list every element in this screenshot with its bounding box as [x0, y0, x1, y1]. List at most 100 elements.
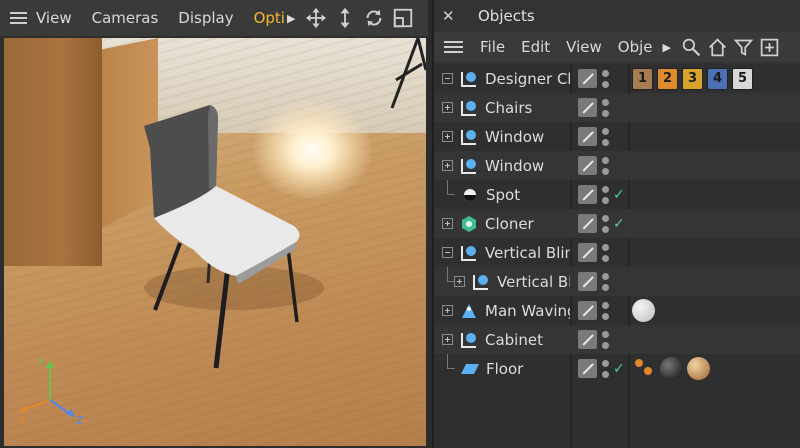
object-row[interactable]: Window: [434, 151, 800, 180]
visibility-dots-icon[interactable]: [602, 214, 610, 233]
visibility-dots-icon[interactable]: [602, 185, 610, 204]
viewport-hamburger-icon[interactable]: [0, 0, 27, 36]
zoom-view-icon[interactable]: [332, 5, 358, 31]
new-window-icon[interactable]: [757, 34, 783, 60]
menu-view[interactable]: View: [558, 38, 610, 56]
menu-display[interactable]: Display: [168, 9, 243, 27]
layer-toggle-icon[interactable]: [578, 185, 597, 204]
object-row[interactable]: Spot ✓: [434, 180, 800, 209]
menu-edit[interactable]: Edit: [513, 38, 558, 56]
material-tag-icon[interactable]: [687, 357, 710, 380]
layer-tag-icon[interactable]: 1: [632, 67, 653, 90]
menu-overflow-arrow-icon[interactable]: ▶: [287, 12, 295, 25]
filter-icon[interactable]: [731, 34, 757, 60]
object-name-cell[interactable]: Window: [434, 122, 570, 151]
layer-toggle-icon[interactable]: [578, 69, 597, 88]
layer-toggle-icon[interactable]: [578, 330, 597, 349]
object-name[interactable]: Window: [485, 128, 544, 146]
object-row[interactable]: Window: [434, 122, 800, 151]
menu-options[interactable]: Opti: [244, 9, 287, 27]
layer-toggle-icon[interactable]: [578, 127, 597, 146]
object-name[interactable]: Window: [485, 157, 544, 175]
object-list[interactable]: Designer Ch 1 2 3 4 5 Chairs Window Window Spot ✓ C…: [434, 64, 800, 448]
object-row[interactable]: Designer Ch 1 2 3 4 5: [434, 64, 800, 93]
object-name[interactable]: Cloner: [485, 215, 534, 233]
layer-toggle-icon[interactable]: [578, 156, 597, 175]
object-name-cell[interactable]: Vertical Bl: [434, 267, 570, 296]
layer-toggle-icon[interactable]: [578, 243, 597, 262]
layer-toggle-icon[interactable]: [578, 214, 597, 233]
object-name[interactable]: Spot: [486, 186, 520, 204]
expand-icon[interactable]: [442, 160, 453, 171]
object-name[interactable]: Chairs: [485, 99, 532, 117]
material-tag-icon[interactable]: [632, 299, 655, 322]
expand-icon[interactable]: [442, 102, 453, 113]
menu-cameras[interactable]: Cameras: [82, 9, 169, 27]
objects-hamburger-icon[interactable]: [434, 32, 472, 62]
layer-toggle-icon[interactable]: [578, 98, 597, 117]
expand-icon[interactable]: [442, 218, 453, 229]
menu-overflow-arrow-icon[interactable]: ▶: [663, 41, 671, 54]
object-name-cell[interactable]: Spot: [434, 180, 570, 209]
visibility-dots-icon[interactable]: [602, 98, 610, 117]
material-tag-icon[interactable]: [660, 357, 683, 380]
object-name-cell[interactable]: Window: [434, 151, 570, 180]
expand-icon[interactable]: [442, 305, 453, 316]
object-row[interactable]: Chairs: [434, 93, 800, 122]
enabled-check-icon[interactable]: ✓: [613, 361, 625, 377]
rotate-view-icon[interactable]: [361, 5, 387, 31]
expand-icon[interactable]: [442, 131, 453, 142]
move-view-icon[interactable]: [303, 5, 329, 31]
menu-view[interactable]: View: [26, 9, 82, 27]
layer-tag-icon[interactable]: 2: [657, 67, 678, 90]
visibility-dots-icon[interactable]: [602, 127, 610, 146]
expand-icon[interactable]: [454, 276, 465, 287]
layer-tag-icon[interactable]: 3: [682, 67, 703, 90]
object-name[interactable]: Man Waving: [485, 302, 570, 320]
enabled-check-icon[interactable]: ✓: [613, 187, 625, 203]
object-row[interactable]: Cabinet: [434, 325, 800, 354]
layer-toggle-icon[interactable]: [578, 359, 597, 378]
visibility-dots-icon[interactable]: [602, 330, 610, 349]
visibility-dots-icon[interactable]: [602, 156, 610, 175]
object-name-cell[interactable]: Designer Ch: [434, 64, 570, 93]
viewport-panel[interactable]: View Cameras Display Opti ▶ Y X Z: [0, 0, 428, 448]
object-row[interactable]: Cloner ✓: [434, 209, 800, 238]
toggle-view-icon[interactable]: [390, 5, 416, 31]
visibility-dots-icon[interactable]: [602, 243, 610, 262]
layer-tag-icon[interactable]: 4: [707, 67, 728, 90]
object-name-cell[interactable]: Cabinet: [434, 325, 570, 354]
object-row[interactable]: Vertical Bl: [434, 267, 800, 296]
object-name[interactable]: Vertical Blinc: [485, 244, 570, 262]
object-name-cell[interactable]: Man Waving: [434, 296, 570, 325]
visibility-dots-icon[interactable]: [602, 359, 610, 378]
object-row[interactable]: Vertical Blinc: [434, 238, 800, 267]
collapse-icon[interactable]: [442, 247, 453, 258]
object-name[interactable]: Cabinet: [485, 331, 543, 349]
menu-objects[interactable]: Obje: [610, 38, 661, 56]
menu-file[interactable]: File: [472, 38, 513, 56]
object-row[interactable]: Floor ✓: [434, 354, 800, 383]
visibility-dots-icon[interactable]: [602, 272, 610, 291]
layer-toggle-icon[interactable]: [578, 301, 597, 320]
layer-tag-icon[interactable]: 5: [732, 67, 753, 90]
visibility-dots-icon[interactable]: [602, 69, 610, 88]
object-name-cell[interactable]: Cloner: [434, 209, 570, 238]
object-name-cell[interactable]: Floor: [434, 354, 570, 383]
object-name-cell[interactable]: Vertical Blinc: [434, 238, 570, 267]
object-name[interactable]: Floor: [486, 360, 523, 378]
object-row[interactable]: Man Waving: [434, 296, 800, 325]
object-name[interactable]: Vertical Bl: [497, 273, 570, 291]
home-icon[interactable]: [705, 34, 731, 60]
object-name-cell[interactable]: Chairs: [434, 93, 570, 122]
3d-scene-render[interactable]: Y X Z: [4, 38, 426, 446]
search-icon[interactable]: [679, 34, 705, 60]
phong-tag-icon[interactable]: [632, 355, 656, 383]
collapse-icon[interactable]: [442, 73, 453, 84]
close-icon[interactable]: ✕: [442, 7, 470, 25]
expand-icon[interactable]: [442, 334, 453, 345]
layer-toggle-icon[interactable]: [578, 272, 597, 291]
object-name[interactable]: Designer Ch: [485, 70, 570, 88]
enabled-check-icon[interactable]: ✓: [613, 216, 625, 232]
visibility-dots-icon[interactable]: [602, 301, 610, 320]
